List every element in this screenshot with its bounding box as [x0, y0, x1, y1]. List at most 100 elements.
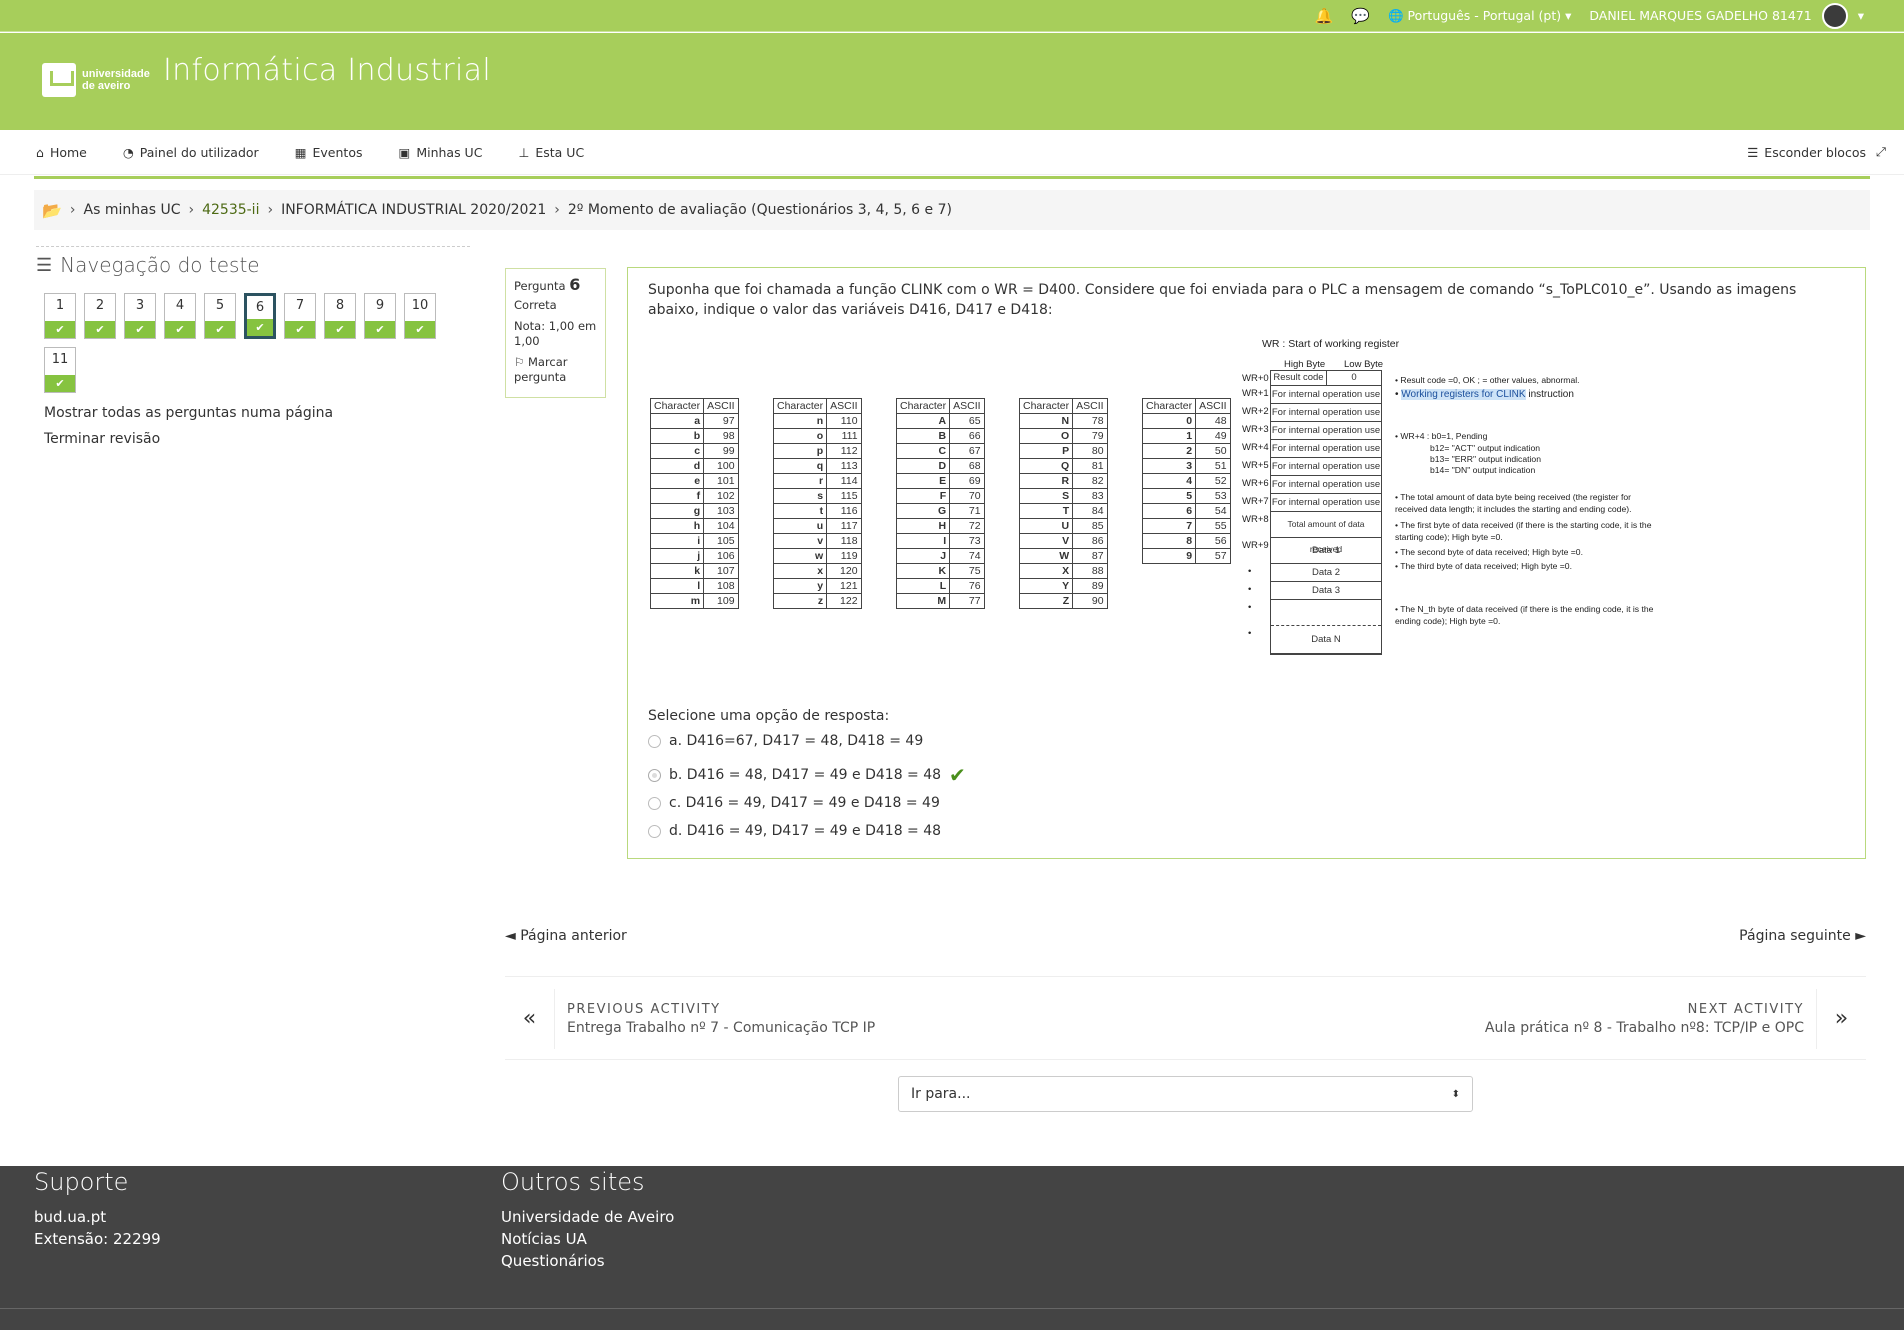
wr-register-box: Result code 0 For internal operation use Fo… [1270, 370, 1382, 655]
site-title[interactable]: Informática Industrial [163, 53, 491, 88]
next-activity-link[interactable]: NEXT ACTIVITY Aula prática nº 8 - Trabal… [1485, 977, 1866, 1061]
folder-icon[interactable]: 📂 [42, 201, 62, 220]
question-button-5[interactable]: 5 ✔ [204, 293, 236, 339]
question-button-1[interactable]: 1 ✔ [44, 293, 76, 339]
expand-icon[interactable]: ⤢ [1876, 144, 1886, 160]
language-menu[interactable]: 🌐 Português - Portugal (pt) ▾ [1388, 8, 1571, 24]
wr-label: WR+9 [1242, 540, 1269, 551]
hide-blocks-button[interactable]: ☰ Esconder blocos [1747, 145, 1866, 160]
ascii-row: 4 52 [1141, 473, 1231, 489]
briefcase-icon: ▣ [398, 144, 411, 160]
wr-label: WR+2 [1242, 406, 1269, 417]
dashboard-icon: ◔ [122, 144, 134, 160]
flag-icon: ⚐ [514, 355, 525, 369]
question-button-3[interactable]: 3 ✔ [124, 293, 156, 339]
jump-to-select[interactable]: Ir para... ⬍ [898, 1076, 1473, 1112]
breadcrumb-quiz[interactable]: 2º Momento de avaliação (Questionários 3… [568, 202, 952, 218]
previous-page-link[interactable]: ◄ Página anterior [505, 928, 627, 944]
radio-a[interactable] [648, 734, 661, 748]
ascii-row: b 98 [649, 428, 739, 444]
radio-d[interactable] [648, 824, 661, 838]
logo-mark-icon [42, 63, 76, 97]
show-all-questions-link[interactable]: Mostrar todas as perguntas numa página [44, 400, 333, 426]
chevron-down-icon: ▾ [1857, 8, 1864, 23]
university-logo[interactable]: universidade de aveiro [42, 63, 150, 97]
ascii-row: B 66 [895, 428, 985, 444]
ascii-row: 9 57 [1141, 548, 1231, 564]
breadcrumb-my-courses[interactable]: As minhas UC [84, 202, 181, 218]
ascii-row: l 108 [649, 578, 739, 594]
question-button-4[interactable]: 4 ✔ [164, 293, 196, 339]
ascii-row: z 122 [772, 593, 862, 609]
previous-activity-link[interactable]: « PREVIOUS ACTIVITY Entrega Trabalho nº … [505, 977, 875, 1061]
nav-dashboard[interactable]: ◔ Painel do utilizador [123, 145, 259, 160]
check-icon: ✔ [85, 321, 115, 338]
nav-events[interactable]: ▦ Eventos [295, 145, 363, 160]
quiz-navigation-title: ☰ Navegação do teste [36, 246, 470, 277]
ascii-row: A 65 [895, 413, 985, 429]
bell-icon[interactable]: 🔔 [1315, 7, 1334, 25]
wr-note: b14= "DN" output indication [1430, 465, 1536, 475]
ascii-row: e 101 [649, 473, 739, 489]
ascii-row: d 100 [649, 458, 739, 474]
breadcrumb-course[interactable]: INFORMÁTICA INDUSTRIAL 2020/2021 [281, 202, 546, 218]
radio-b[interactable] [648, 768, 661, 782]
nav-home[interactable]: ⌂ Home [36, 145, 87, 160]
ascii-row: i 105 [649, 533, 739, 549]
select-arrows-icon: ⬍ [1451, 1088, 1460, 1100]
top-bar: 🔔 💬 🌐 Português - Portugal (pt) ▾ DANIEL… [0, 0, 1904, 32]
wr-note: • WR+4 : b0=1, Pending [1395, 431, 1488, 441]
nav-my-courses[interactable]: ▣ Minhas UC [399, 145, 483, 160]
answer-option-a[interactable]: a. D416=67, D417 = 48, D418 = 49 [648, 730, 966, 752]
check-icon: ✔ [365, 321, 395, 338]
wr-title: WR : Start of working register [1262, 338, 1400, 350]
ascii-row: q 113 [772, 458, 862, 474]
footer-link-bud[interactable]: bud.ua.pt [34, 1206, 161, 1228]
finish-review-link[interactable]: Terminar revisão [44, 426, 333, 452]
next-page-link[interactable]: Página seguinte ► [1739, 928, 1866, 944]
wr-note: • Result code =0, OK ; = other values, a… [1395, 375, 1580, 385]
ascii-row: m 109 [649, 593, 739, 609]
check-icon: ✔ [125, 321, 155, 338]
wr-label: WR+1 [1242, 388, 1269, 399]
footer-link-quizzes[interactable]: Questionários [501, 1250, 674, 1272]
ascii-row: 2 50 [1141, 443, 1231, 459]
nav-this-course[interactable]: ⊥ Esta UC [518, 145, 584, 160]
ascii-table: Character ASCII a 97 b 98 c 99 d 100 e 101 f 102 g 103 h… [649, 398, 739, 609]
flag-question[interactable]: ⚐ Marcar pergunta [514, 355, 597, 385]
ascii-row: f 102 [649, 488, 739, 504]
check-icon: ✔ [405, 321, 435, 338]
chat-icon[interactable]: 💬 [1351, 7, 1370, 25]
radio-c[interactable] [648, 796, 661, 810]
question-button-10[interactable]: 10 ✔ [404, 293, 436, 339]
ascii-row: P 80 [1018, 443, 1108, 459]
ascii-row: Z 90 [1018, 593, 1108, 609]
wr-row: For internal operation use [1271, 458, 1381, 476]
ascii-row: p 112 [772, 443, 862, 459]
question-button-6[interactable]: 6 ✔ [244, 293, 276, 339]
ascii-row: t 116 [772, 503, 862, 519]
breadcrumb-course-code[interactable]: 42535-ii [202, 202, 259, 218]
wr-row: Data 3 [1271, 582, 1381, 600]
user-menu[interactable]: DANIEL MARQUES GADELHO 81471 ▾ [1589, 2, 1864, 29]
ascii-row: Y 89 [1018, 578, 1108, 594]
question-text: Suponha que foi chamada a função CLINK c… [648, 282, 1797, 318]
question-button-8[interactable]: 8 ✔ [324, 293, 356, 339]
ascii-row: y 121 [772, 578, 862, 594]
question-button-7[interactable]: 7 ✔ [284, 293, 316, 339]
question-button-2[interactable]: 2 ✔ [84, 293, 116, 339]
question-state: Correta [514, 298, 557, 312]
wr-label: WR+0 [1242, 373, 1269, 384]
question-button-11[interactable]: 11 ✔ [44, 347, 76, 393]
ascii-row: R 82 [1018, 473, 1108, 489]
wr-bullet: • [1248, 628, 1252, 639]
footer-link-ua[interactable]: Universidade de Aveiro [501, 1206, 674, 1228]
check-icon: ✔ [325, 321, 355, 338]
footer-link-news[interactable]: Notícias UA [501, 1228, 674, 1250]
answer-option-b[interactable]: b. D416 = 48, D417 = 49 e D418 = 48 ✔ [648, 763, 966, 787]
ascii-row: w 119 [772, 548, 862, 564]
answer-option-c[interactable]: c. D416 = 49, D417 = 49 e D418 = 49 [648, 792, 966, 814]
question-button-9[interactable]: 9 ✔ [364, 293, 396, 339]
answer-option-d[interactable]: d. D416 = 49, D417 = 49 e D418 = 48 [648, 820, 966, 842]
ascii-row: W 87 [1018, 548, 1108, 564]
